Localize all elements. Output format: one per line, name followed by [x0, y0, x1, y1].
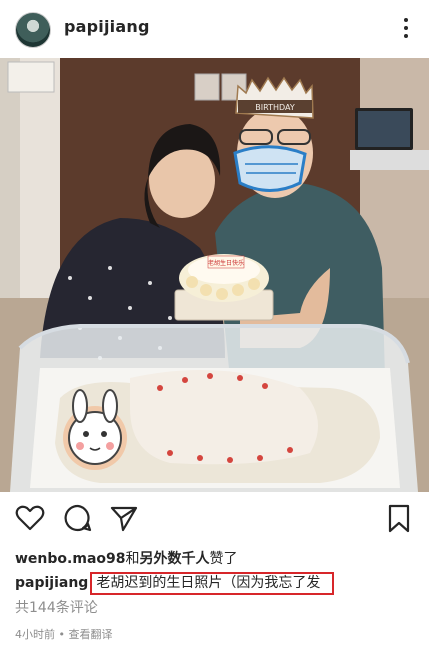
- bookmark-icon[interactable]: [383, 502, 415, 534]
- action-bar: [0, 502, 429, 538]
- paper-plane-icon[interactable]: [108, 502, 140, 534]
- post-meta: 4小时前 • 查看翻译: [15, 626, 112, 642]
- likes-username[interactable]: wenbo.mao98: [15, 551, 126, 567]
- post-time: 4小时前: [15, 628, 55, 641]
- caption-text: 老胡迟到的生日照片（因为我忘了发: [90, 572, 335, 595]
- see-translation-link[interactable]: 查看翻译: [68, 628, 112, 641]
- likes-line[interactable]: wenbo.mao98和另外数千人赞了: [15, 548, 238, 568]
- caption: papijiang 老胡迟到的生日照片（因为我忘了发: [15, 572, 335, 595]
- meta-separator: •: [55, 628, 69, 641]
- post-header: papijiang: [0, 0, 429, 58]
- likes-and: 和: [125, 551, 140, 567]
- more-options-icon[interactable]: [401, 14, 411, 42]
- view-comments-link[interactable]: 共144条评论: [15, 597, 98, 617]
- post-photo[interactable]: BIRTHDAY 老胡生日快乐: [0, 58, 429, 492]
- post-username[interactable]: papijiang: [64, 17, 150, 36]
- cake-text: 老胡生日快乐: [208, 259, 244, 267]
- comment-icon[interactable]: [62, 502, 94, 534]
- likes-suffix: 赞了: [209, 551, 238, 567]
- photo-illustration: BIRTHDAY 老胡生日快乐: [0, 58, 429, 492]
- caption-username[interactable]: papijiang: [15, 575, 88, 591]
- hat-text: BIRTHDAY: [255, 103, 295, 112]
- likes-others[interactable]: 另外数千人: [140, 551, 210, 567]
- avatar[interactable]: [15, 12, 51, 48]
- heart-icon[interactable]: [14, 502, 46, 534]
